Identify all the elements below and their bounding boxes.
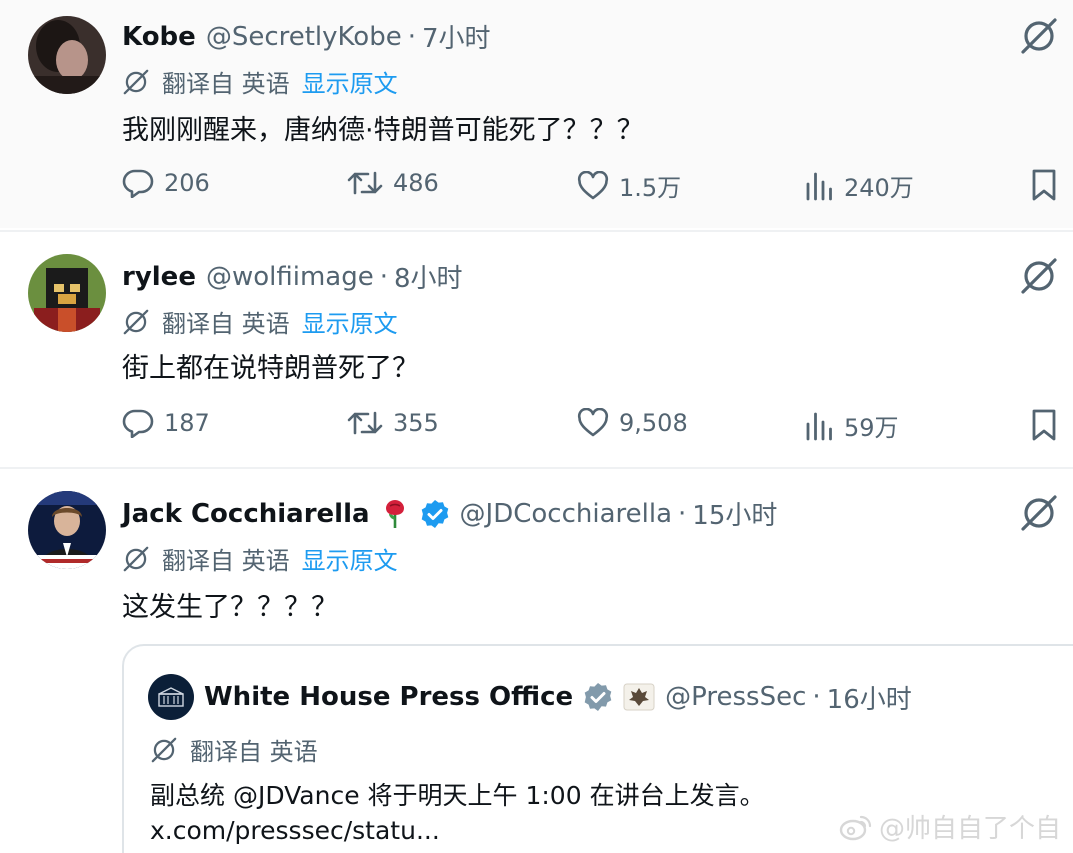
view-count: 59万	[844, 414, 899, 442]
translated-from-label: 翻译自 英语	[162, 310, 290, 338]
quoted-author-name[interactable]: White House Press Office	[204, 682, 573, 712]
reply-button[interactable]: 206	[122, 168, 210, 198]
reply-count: 187	[164, 409, 210, 437]
author-name[interactable]: Jack Cocchiarella	[122, 499, 370, 529]
separator-dot: ·	[407, 21, 416, 52]
quoted-timestamp[interactable]: 16小时	[827, 679, 912, 716]
avatar[interactable]	[28, 16, 106, 94]
repost-count: 355	[393, 409, 439, 437]
translated-from-label: 翻译自 英语	[162, 70, 290, 98]
reply-icon	[122, 409, 154, 438]
separator-dot: ·	[678, 498, 687, 529]
grok-icon	[151, 737, 177, 762]
bookmark-icon[interactable]	[1030, 408, 1058, 442]
grok-icon[interactable]	[1019, 256, 1059, 296]
tweet-text: 街上都在说特朗普死了？	[122, 353, 419, 384]
grok-icon	[123, 69, 149, 94]
author-name[interactable]: rylee	[122, 262, 196, 292]
reply-icon	[122, 169, 154, 198]
author-handle[interactable]: @SecretlyKobe	[206, 22, 402, 52]
author-handle[interactable]: @wolfiimage	[206, 262, 374, 292]
timestamp[interactable]: 8小时	[394, 258, 463, 295]
quoted-tweet-text: 副总统 @JDVance 将于明天上午 1:00 在讲台上发言。	[150, 781, 765, 810]
show-original-link[interactable]: 显示原文	[302, 541, 398, 576]
heart-icon	[577, 170, 609, 199]
show-original-link[interactable]: 显示原文	[302, 304, 398, 339]
quoted-tweet-link[interactable]: x.com/presssec/statu...	[150, 816, 440, 845]
separator-dot: ·	[812, 682, 821, 712]
tweet-text: 这发生了？？？？	[122, 592, 338, 623]
tweet-text: 我刚刚醒来，唐纳德·特朗普可能死了？？？	[122, 115, 644, 146]
repost-icon	[347, 171, 383, 195]
white-house-logo-icon	[158, 687, 184, 707]
repost-count: 486	[393, 169, 439, 197]
timestamp[interactable]: 7小时	[422, 18, 491, 55]
views-button[interactable]: 240万	[804, 168, 914, 203]
tweet[interactable]: Jack Cocchiarella @JDCocchiarella · 15小时…	[0, 467, 1073, 853]
weibo-logo-icon	[839, 815, 872, 840]
affiliation-badge-icon[interactable]	[623, 683, 655, 711]
timestamp[interactable]: 15小时	[692, 495, 777, 532]
author-handle[interactable]: @JDCocchiarella	[460, 499, 672, 529]
quoted-author-handle[interactable]: @PressSec	[665, 682, 806, 712]
avatar[interactable]	[28, 491, 106, 569]
like-count: 9,508	[619, 409, 688, 437]
weibo-watermark: @帅自自了个自	[839, 808, 1061, 845]
grok-icon[interactable]	[1019, 16, 1059, 56]
heart-icon	[577, 408, 609, 437]
tweet[interactable]: Kobe @SecretlyKobe · 7小时 翻译自 英语 显示原文 我刚刚…	[0, 0, 1073, 228]
repost-icon	[347, 411, 383, 435]
bookmark-icon[interactable]	[1030, 168, 1058, 202]
views-button[interactable]: 59万	[804, 408, 899, 443]
grok-icon[interactable]	[1019, 493, 1059, 533]
avatar[interactable]	[28, 254, 106, 332]
verified-gov-badge-icon[interactable]	[583, 682, 613, 712]
views-icon	[806, 412, 832, 440]
like-count: 1.5万	[619, 174, 682, 202]
grok-icon	[123, 546, 149, 571]
show-original-link[interactable]: 显示原文	[302, 64, 398, 99]
like-button[interactable]: 9,508	[577, 408, 688, 438]
separator-dot: ·	[379, 261, 388, 292]
verified-badge-icon[interactable]	[420, 499, 450, 529]
repost-button[interactable]: 355	[347, 408, 439, 438]
view-count: 240万	[844, 174, 914, 202]
views-icon	[806, 172, 832, 200]
watermark-text: @帅自自了个自	[878, 814, 1061, 844]
repost-button[interactable]: 486	[347, 168, 439, 198]
reply-button[interactable]: 187	[122, 408, 210, 438]
grok-icon	[123, 309, 149, 334]
reply-count: 206	[164, 169, 210, 197]
like-button[interactable]: 1.5万	[577, 168, 681, 203]
author-name[interactable]: Kobe	[122, 22, 196, 52]
translated-from-label: 翻译自 英语	[190, 738, 318, 766]
avatar[interactable]	[148, 674, 194, 720]
rose-emoji-icon	[385, 499, 404, 528]
tweet[interactable]: rylee @wolfiimage · 8小时 翻译自 英语 显示原文 街上都在…	[0, 230, 1073, 467]
translated-from-label: 翻译自 英语	[162, 547, 290, 575]
